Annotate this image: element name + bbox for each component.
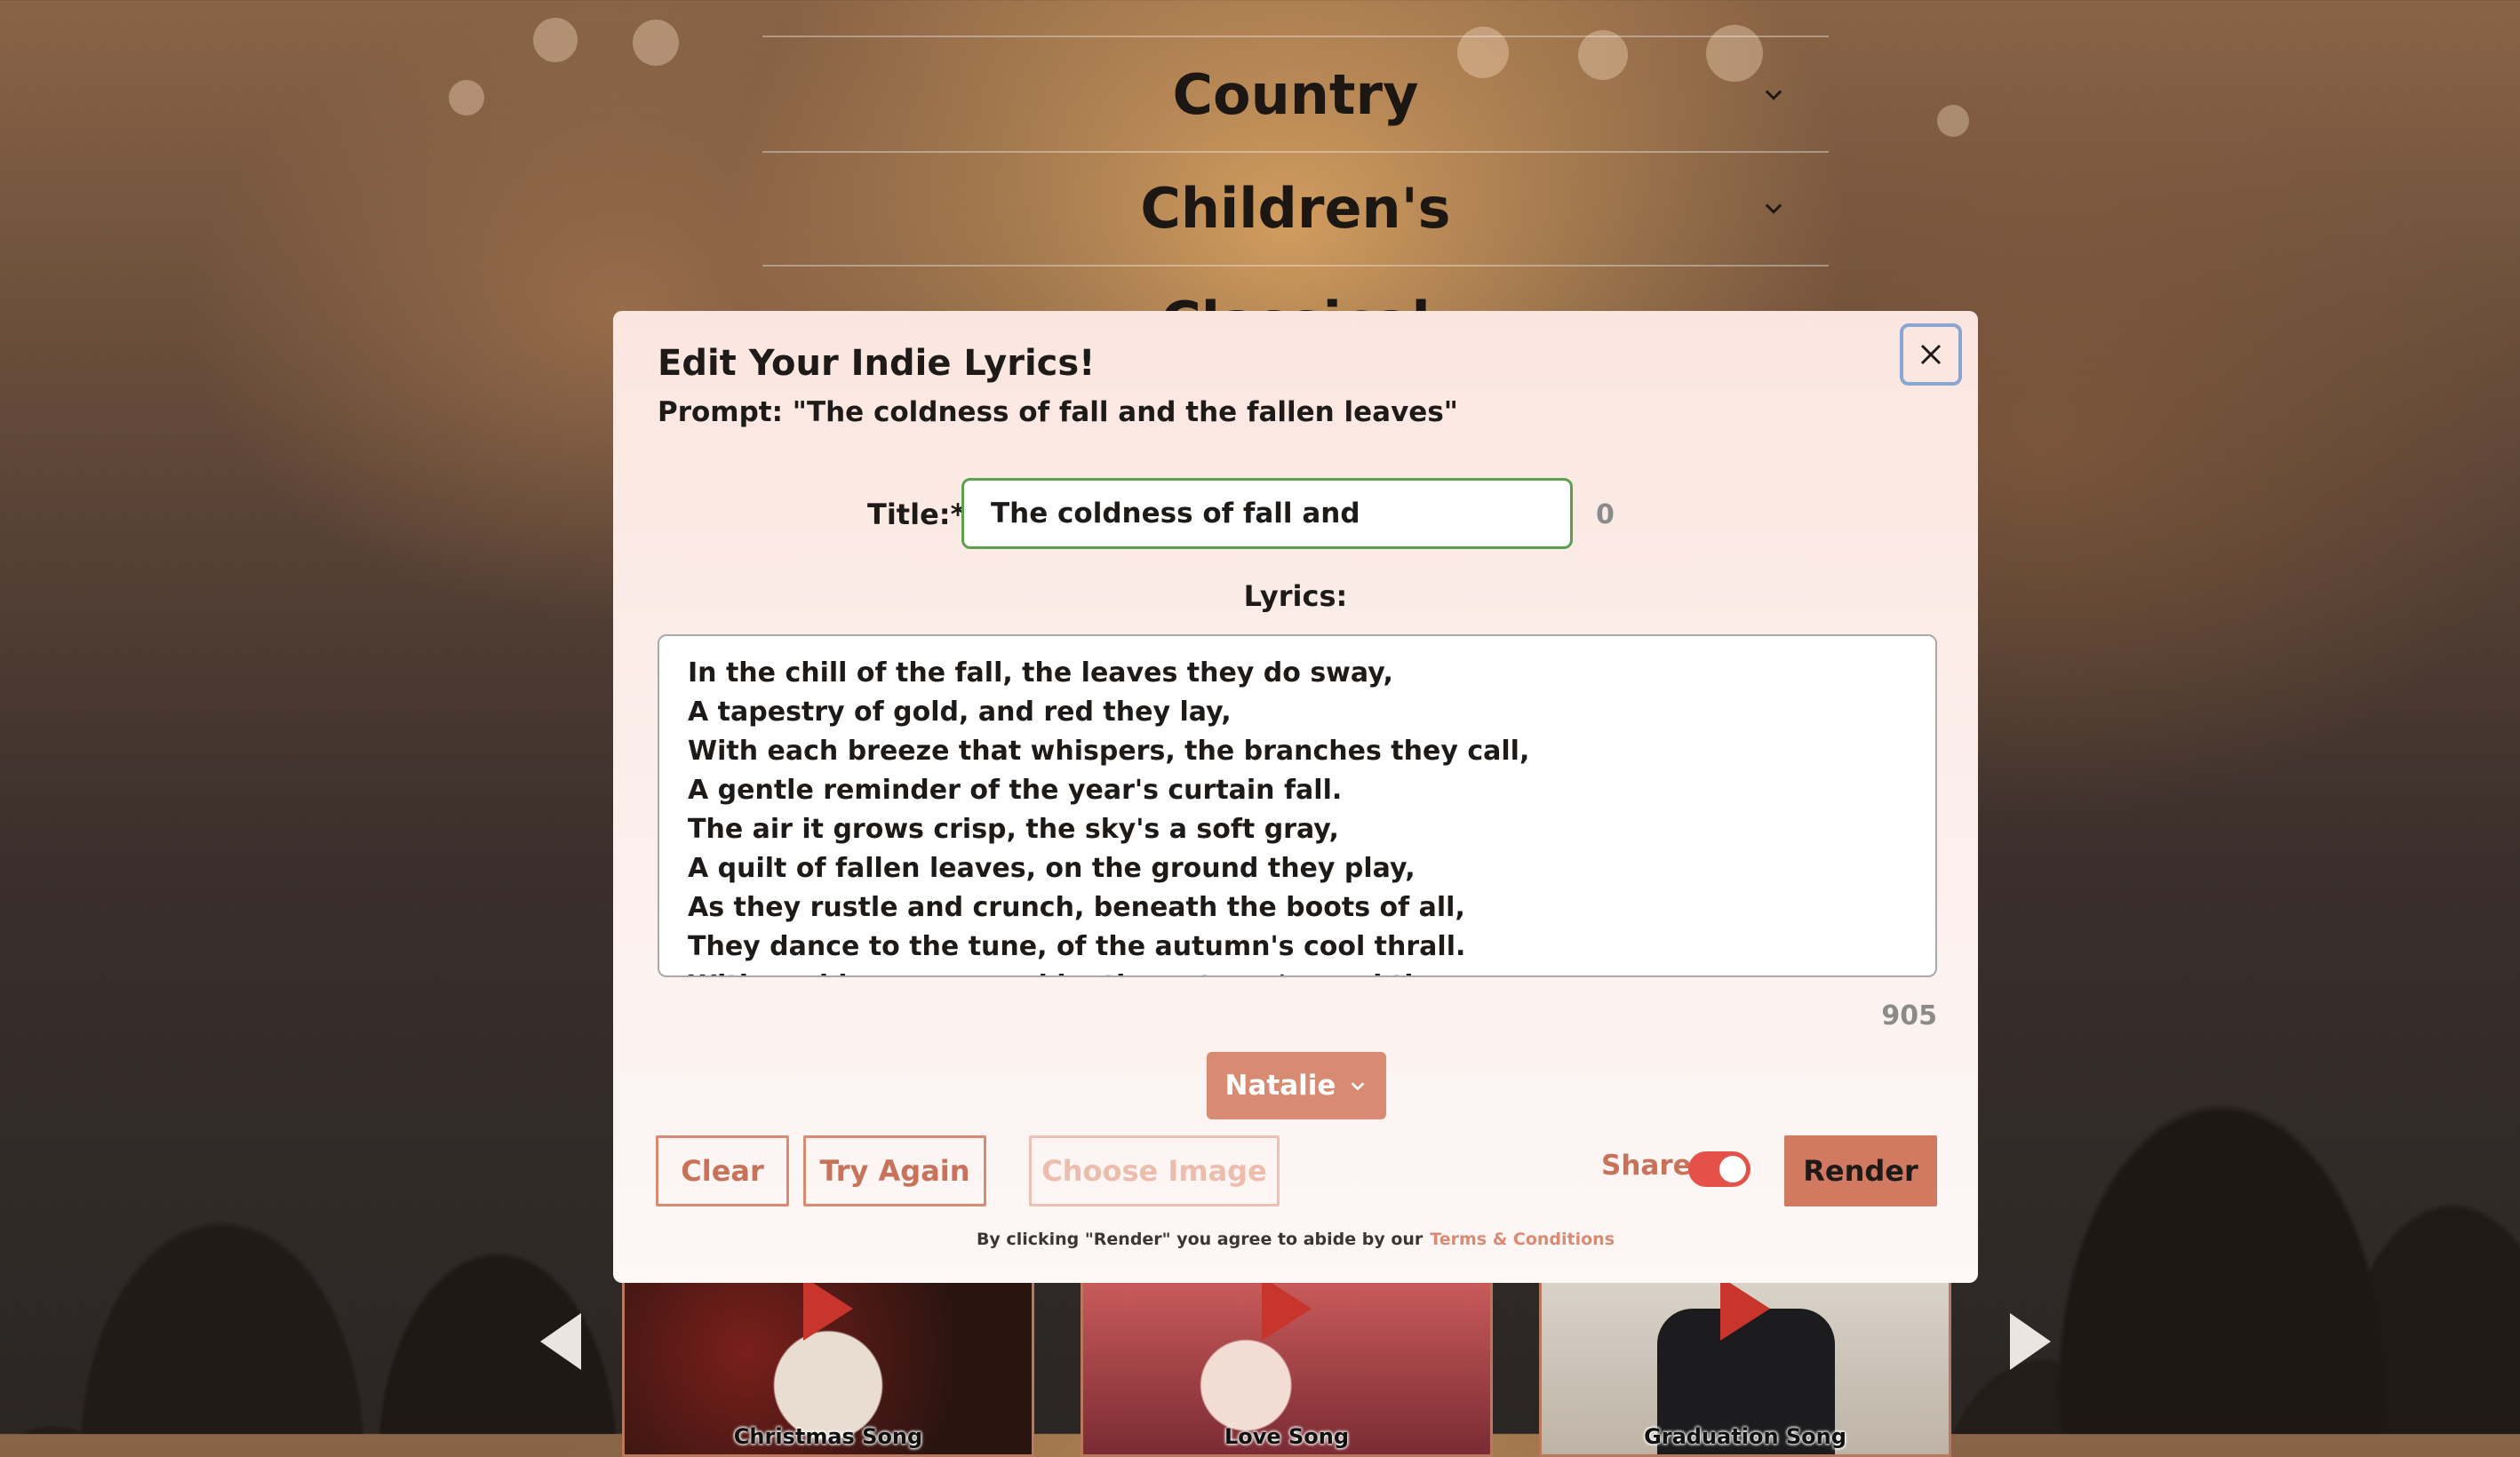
chevron-down-icon	[1765, 203, 1782, 214]
edit-lyrics-modal: Edit Your Indie Lyrics! Prompt: "The col…	[613, 311, 1978, 1283]
title-input[interactable]	[961, 478, 1573, 549]
voice-select-button[interactable]: Natalie	[1207, 1052, 1386, 1119]
lyrics-textarea[interactable]: In the chill of the fall, the leaves the…	[658, 634, 1937, 977]
try-again-button[interactable]: Try Again	[803, 1135, 986, 1206]
carousel-next-button[interactable]	[2010, 1313, 2051, 1370]
title-char-count: 0	[1596, 499, 1615, 530]
toggle-knob	[1719, 1156, 1746, 1182]
genre-item-piano-rock[interactable]: Piano Rock	[762, 0, 1829, 37]
genre-label: Children's	[1140, 175, 1451, 241]
song-card-caption: Love Song	[1224, 1424, 1350, 1449]
song-card-love[interactable]: Love Song	[1081, 1279, 1493, 1457]
genre-label: Piano Rock	[1124, 0, 1466, 12]
choose-image-button[interactable]: Choose Image	[1029, 1135, 1280, 1206]
chevron-down-icon	[1765, 90, 1782, 100]
genre-item-country[interactable]: Country	[762, 37, 1829, 153]
play-icon[interactable]	[1262, 1282, 1312, 1341]
song-card-graduation[interactable]: Graduation Song	[1539, 1279, 1951, 1457]
song-card-caption: Graduation Song	[1644, 1424, 1846, 1449]
genre-item-childrens[interactable]: Children's	[762, 151, 1829, 267]
render-button[interactable]: Render	[1784, 1135, 1937, 1206]
bokeh-light	[1937, 105, 1969, 137]
carousel-prev-button[interactable]	[540, 1313, 581, 1370]
play-icon[interactable]	[1720, 1282, 1770, 1341]
lyrics-char-count: 905	[1881, 1000, 1937, 1031]
terms-link[interactable]: Terms & Conditions	[1430, 1230, 1615, 1249]
clear-button[interactable]: Clear	[656, 1135, 789, 1206]
lyrics-label: Lyrics:	[1243, 579, 1348, 613]
share-label: Share	[1601, 1150, 1692, 1182]
bokeh-light	[449, 80, 484, 115]
play-icon[interactable]	[803, 1282, 853, 1341]
chevron-down-icon	[1352, 1082, 1365, 1091]
modal-prompt: Prompt: "The coldness of fall and the fa…	[658, 396, 1458, 428]
modal-title: Edit Your Indie Lyrics!	[658, 343, 1096, 384]
close-icon	[1920, 344, 1942, 365]
genre-label: Country	[1172, 61, 1419, 127]
bokeh-light	[533, 18, 578, 62]
title-label: Title:*	[867, 498, 966, 531]
share-toggle[interactable]	[1688, 1151, 1750, 1187]
close-button[interactable]	[1900, 323, 1962, 386]
song-card-christmas[interactable]: Christmas Song	[622, 1279, 1034, 1457]
terms-text: By clicking "Render" you agree to abide …	[976, 1230, 1423, 1249]
bokeh-light	[633, 20, 679, 66]
voice-label: Natalie	[1224, 1070, 1336, 1102]
song-card-caption: Christmas Song	[733, 1424, 923, 1449]
terms-notice: By clicking "Render" you agree to abide …	[613, 1230, 1978, 1249]
